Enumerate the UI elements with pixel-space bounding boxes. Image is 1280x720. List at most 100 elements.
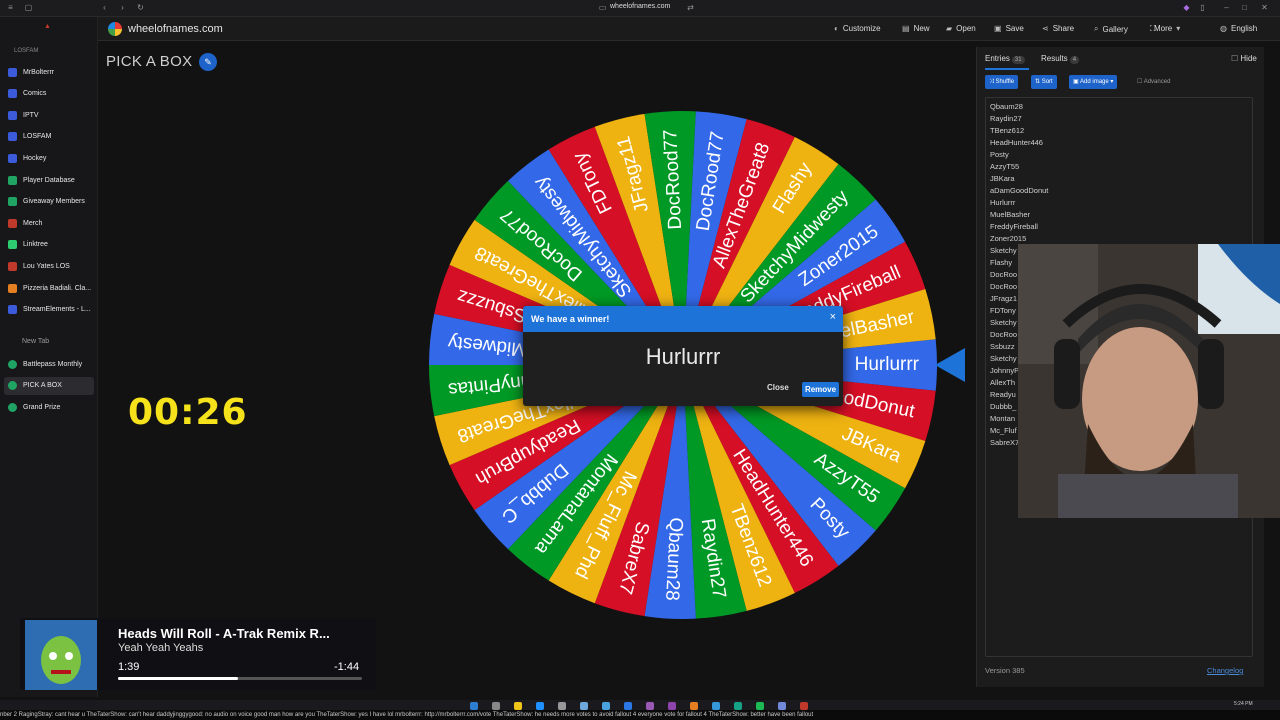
taskbar-app-icon[interactable] [646, 702, 654, 710]
spotify-icon[interactable] [756, 702, 764, 710]
back-icon[interactable]: ‹ [100, 3, 109, 12]
maximize-icon[interactable]: □ [1240, 3, 1249, 12]
entry-line: DocRoo [990, 282, 1018, 291]
sidebar-pinned-item[interactable]: Battlepass Monthly [4, 355, 94, 373]
taskbar-app-icon[interactable] [558, 702, 566, 710]
taskbar-app-icon[interactable] [668, 702, 676, 710]
chat-ticker: nber 2 RagingStray: cant hear u TheTater… [0, 710, 1280, 720]
taskbar-app-icon[interactable] [536, 702, 544, 710]
folder-icon[interactable] [514, 702, 522, 710]
tab-entries[interactable]: Entries 31 [985, 54, 1025, 64]
browser-sidebar: ▲ LOSFAM MrBolterrr Comics IPTV LOSFAM Hocke… [0, 17, 98, 697]
palette-icon: ◐ [834, 24, 839, 33]
shuffle-label: Shuffle [995, 79, 1015, 85]
sort-button[interactable]: ⇅ Sort [1031, 75, 1057, 89]
sidebar-item[interactable]: Comics [4, 85, 94, 103]
sidebar-item[interactable]: Giveaway Members [4, 193, 94, 211]
taskbar-app-icon[interactable] [800, 702, 808, 710]
taskbar-app-icon[interactable] [624, 702, 632, 710]
bookmark-icon [8, 402, 17, 412]
close-window-icon[interactable]: ✕ [1260, 3, 1269, 12]
sidebar-pinned-item[interactable]: PICK A BOX [4, 376, 94, 395]
countdown-timer: 00:26 [128, 392, 248, 433]
image-icon: ▣ [1073, 79, 1081, 85]
new-tab-button[interactable]: New Tab [22, 338, 49, 345]
sidebar-pinned-item[interactable]: Grand Prize [4, 398, 94, 416]
hide-button[interactable]: ☐ Hide [1231, 54, 1257, 63]
bookmark-icon [8, 283, 17, 293]
shuffle-button[interactable]: ⤨ Shuffle [985, 75, 1019, 89]
entry-line: Hurlurrr [990, 198, 1016, 207]
folder-icon: ▰ [946, 24, 953, 33]
browser-menu-icon[interactable]: ≡ [6, 3, 15, 12]
sidebar-item[interactable]: Linktree [4, 236, 94, 254]
forward-icon[interactable]: › [118, 3, 127, 12]
sidebar-item[interactable]: IPTV [4, 106, 94, 124]
entry-line: AllexTh [990, 378, 1016, 387]
sidebar-item[interactable]: StreamElements - L... [4, 301, 94, 319]
track-remaining: -1:44 [334, 661, 360, 673]
menu-save[interactable]: ▣ Save [994, 24, 1024, 33]
entry-line: DocRoo [990, 330, 1018, 339]
entry-line: HeadHunter446 [990, 138, 1043, 147]
add-image-button[interactable]: ▣ Add image ▾ [1069, 75, 1118, 89]
start-icon[interactable] [470, 702, 478, 710]
track-title: Heads Will Roll - A-Trak Remix R... [118, 626, 330, 641]
sidebar-item[interactable]: MrBolterrr [4, 63, 94, 81]
workspace-icon[interactable]: ▲ [44, 23, 51, 30]
sidebar-group-label: LOSFAM [14, 48, 39, 54]
sidebar-item[interactable]: LOSFAM [4, 128, 94, 146]
fullscreen-icon[interactable]: ⛶ [1150, 24, 1156, 34]
menu-more[interactable]: More ▾ [1154, 24, 1180, 33]
menu-english[interactable]: ◍ English [1220, 24, 1257, 33]
sidebar-item[interactable]: Player Database [4, 171, 94, 189]
menu-customize[interactable]: ◐ Customize [834, 24, 881, 33]
site-name[interactable]: wheelofnames.com [128, 23, 223, 35]
menu-gallery[interactable]: ⌕ Gallery [1094, 24, 1128, 34]
window-icon[interactable]: ▯ [1198, 3, 1207, 12]
sidebar-item-label: StreamElements - L... [23, 306, 91, 314]
sidebar-item[interactable]: Lou Yates LOS [4, 257, 94, 275]
menu-label: Save [1005, 24, 1024, 33]
wheel-segment-label: Hurlurrr [855, 354, 920, 375]
close-button[interactable]: Close [767, 383, 789, 392]
site-logo-icon[interactable] [108, 22, 122, 36]
sidebar-item[interactable]: Pizzeria Badiali. Cla... [4, 279, 94, 297]
sidebar-item[interactable]: Hockey [4, 149, 94, 167]
edit-title-button[interactable]: ✎ [199, 53, 217, 71]
taskbar-app-icon[interactable] [602, 702, 610, 710]
menu-open[interactable]: ▰ Open [946, 24, 976, 33]
discord-icon[interactable] [778, 702, 786, 710]
minimize-icon[interactable]: – [1222, 3, 1231, 12]
entry-line: Raydin27 [990, 114, 1022, 123]
menu-label: Customize [842, 24, 881, 33]
streamer-webcam-image [1018, 244, 1280, 518]
taskbar-app-icon[interactable] [734, 702, 742, 710]
sidebar-item[interactable]: Merch [4, 214, 94, 232]
menu-new[interactable]: ▤ New [902, 24, 930, 33]
pencil-icon: ✎ [204, 57, 212, 67]
settings-icon[interactable]: ⇄ [686, 3, 695, 12]
advanced-toggle[interactable]: ☐ Advanced [1137, 78, 1170, 85]
sidebar-toggle-icon[interactable]: ▢ [24, 3, 33, 12]
close-icon[interactable]: × [830, 311, 836, 323]
taskbar-app-icon[interactable] [712, 702, 720, 710]
extension-icon[interactable]: ◆ [1182, 3, 1191, 12]
sidebar-item-label: Pizzeria Badiali. Cla... [23, 284, 92, 292]
entry-line: Flashy [990, 258, 1013, 267]
taskbar-app-icon[interactable] [492, 702, 500, 710]
taskbar-app-icon[interactable] [690, 702, 698, 710]
taskbar-app-icon[interactable] [580, 702, 588, 710]
reload-icon[interactable]: ↻ [136, 3, 145, 12]
remove-button[interactable]: Remove [802, 382, 839, 397]
sidebar-item-label: Grand Prize [23, 403, 61, 411]
system-clock: 5:24 PM [1234, 701, 1253, 707]
tab-results[interactable]: Results 4 [1041, 54, 1080, 64]
address-bar[interactable]: wheelofnames.com [610, 3, 670, 10]
menu-share[interactable]: ⋖ Share [1042, 24, 1074, 33]
sidebar-item-label: Merch [23, 219, 43, 227]
changelog-link[interactable]: Changelog [1207, 666, 1243, 675]
entry-line: Qbaum28 [990, 102, 1023, 111]
progress-bar [118, 677, 362, 680]
add-image-label: Add image [1080, 79, 1109, 85]
